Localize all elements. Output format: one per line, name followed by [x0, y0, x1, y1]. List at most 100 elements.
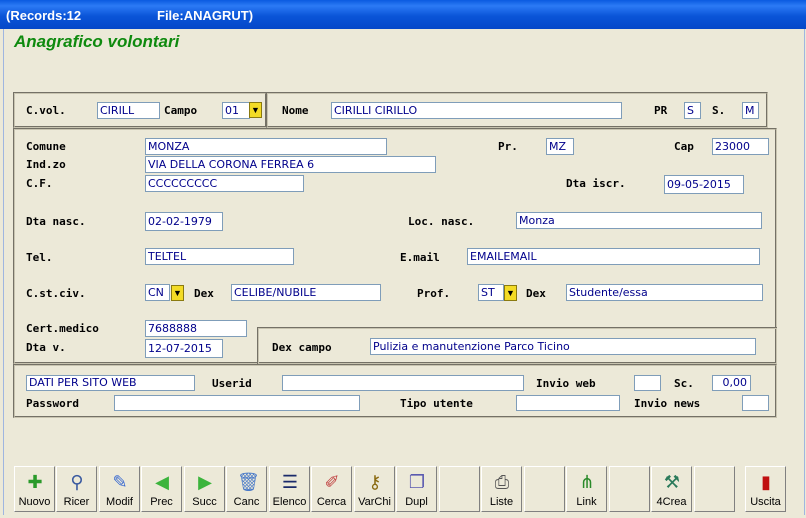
arrow-left-icon: ◀ — [155, 472, 169, 492]
cstciv-label: C.st.civ. — [26, 287, 86, 300]
sc-label: Sc. — [674, 377, 694, 390]
toolbar-label: Nuovo — [18, 496, 51, 508]
search-icon: ⚲ — [70, 472, 84, 492]
toolbar-button-cerca[interactable]: ✐ Cerca — [311, 466, 352, 512]
dexcampo-label: Dex campo — [272, 341, 332, 354]
cstciv-field[interactable]: CN — [145, 284, 170, 301]
cvol-label: C.vol. — [26, 104, 66, 117]
toolbar-label: Cerca — [316, 496, 347, 508]
toolbar-label: 4Crea — [656, 496, 687, 508]
toolbar-button-link[interactable]: ⋔ Link — [566, 466, 607, 512]
cert-field[interactable]: 7688888 — [145, 320, 247, 337]
toolbar-button-varchi[interactable]: ⚷ VarChi — [354, 466, 395, 512]
userid-field[interactable] — [282, 375, 524, 391]
indzo-field[interactable]: VIA DELLA CORONA FERREA 6 — [145, 156, 436, 173]
prov-field[interactable]: MZ — [546, 138, 574, 155]
campo-field[interactable]: 01 — [222, 102, 250, 119]
cap-label: Cap — [674, 140, 694, 153]
toolbar-label: VarChi — [358, 496, 391, 508]
toolbar-button-modif[interactable]: ✎ Modif — [99, 466, 140, 512]
window-title-bar: (Records:12 File:ANAGRUT) — [0, 0, 806, 29]
comune-field[interactable]: MONZA — [145, 138, 387, 155]
exit-door-icon: ▮ — [761, 472, 771, 492]
dati-sito-web-field[interactable]: DATI PER SITO WEB — [26, 375, 195, 391]
dex2-field[interactable]: Studente/essa — [566, 284, 763, 301]
dta-iscr-field[interactable]: 09-05-2015 — [664, 175, 744, 194]
toolbar-button-dupl[interactable]: ❐ Dupl — [396, 466, 437, 512]
invio-news-label: Invio news — [634, 397, 701, 410]
toolbar-button-4crea[interactable]: ⚒ 4Crea — [651, 466, 692, 512]
toolbar-button-ricer[interactable]: ⚲ Ricer — [56, 466, 97, 512]
prof-label: Prof. — [417, 287, 451, 300]
dex1-field[interactable]: CELIBE/NUBILE — [231, 284, 381, 301]
email-field[interactable]: EMAILEMAIL — [467, 248, 760, 265]
dtav-field[interactable]: 12-07-2015 — [145, 339, 223, 358]
dexcampo-field[interactable]: Pulizia e manutenzione Parco Ticino — [370, 338, 756, 355]
nome-label: Nome — [282, 104, 309, 117]
toolbar-button-succ[interactable]: ▶ Succ — [184, 466, 225, 512]
pr-label: PR — [654, 104, 668, 117]
pr-field[interactable]: S — [684, 102, 701, 119]
edit-icon: ✎ — [112, 472, 128, 492]
prov-label: Pr. — [498, 140, 518, 153]
email-label: E.mail — [400, 251, 440, 264]
s-field[interactable]: M — [742, 102, 759, 119]
cvol-field[interactable]: CIRILL — [97, 102, 160, 119]
cert-label: Cert.medico — [26, 322, 99, 335]
new-record-icon: ✚ — [27, 472, 43, 492]
toolbar-label: Link — [576, 496, 597, 508]
toolbar-button-prec[interactable]: ◀ Prec — [141, 466, 182, 512]
toolbar-button-empty-3[interactable] — [609, 466, 650, 512]
list-icon: ☰ — [281, 472, 299, 492]
toolbar-label: Dupl — [405, 496, 428, 508]
form-title: Anagrafico volontari — [14, 32, 180, 51]
tipo-utente-field[interactable] — [516, 395, 620, 411]
invio-web-field[interactable] — [634, 375, 661, 391]
printer-icon: ⎙ — [494, 472, 510, 492]
toolbar-button-empty-2[interactable] — [524, 466, 565, 512]
toolbar-label: Modif — [106, 496, 133, 508]
cf-field[interactable]: CCCCCCCCC — [145, 175, 304, 192]
toolbar-button-empty-4[interactable] — [694, 466, 735, 512]
invio-web-label: Invio web — [536, 377, 596, 390]
key-icon: ⚷ — [368, 472, 382, 492]
indzo-label: Ind.zo — [26, 158, 66, 171]
toolbar-label: Uscita — [750, 496, 781, 508]
invio-news-field[interactable] — [742, 395, 769, 411]
sc-field[interactable]: 0,00 — [712, 375, 751, 391]
dta-iscr-label: Dta iscr. — [566, 177, 626, 190]
toolbar-label: Prec — [150, 496, 173, 508]
toolbar-label: Ricer — [63, 496, 90, 508]
s-label: S. — [712, 104, 726, 117]
password-label: Password — [26, 397, 79, 410]
prof-dropdown-icon[interactable]: ▼ — [504, 285, 517, 301]
toolbar-button-liste[interactable]: ⎙ Liste — [481, 466, 522, 512]
password-field[interactable] — [114, 395, 360, 411]
toolbar-button-nuovo[interactable]: ✚ Nuovo — [14, 466, 55, 512]
toolbar-button-elenco[interactable]: ☰ Elenco — [269, 466, 310, 512]
cstciv-dropdown-icon[interactable]: ▼ — [171, 285, 184, 301]
tel-field[interactable]: TELTEL — [145, 248, 294, 265]
toolbar-button-canc[interactable]: 🗑 Canc — [226, 466, 267, 512]
prof-field[interactable]: ST — [478, 284, 504, 301]
cap-field[interactable]: 23000 — [712, 138, 769, 155]
dex2-label: Dex — [526, 287, 546, 300]
find-icon: ✐ — [324, 472, 340, 492]
dta-nasc-label: Dta nasc. — [26, 215, 86, 228]
loc-nasc-label: Loc. nasc. — [408, 215, 475, 228]
arrow-right-icon: ▶ — [198, 472, 212, 492]
duplicate-icon: ❐ — [408, 472, 426, 492]
nome-field[interactable]: CIRILLI CIRILLO — [331, 102, 622, 119]
dta-nasc-field[interactable]: 02-02-1979 — [145, 212, 223, 231]
file-name: File:ANAGRUT) — [157, 8, 254, 23]
toolbar-button-empty-1[interactable] — [439, 466, 480, 512]
dtav-label: Dta v. — [26, 341, 66, 354]
create-icon: ⚒ — [663, 472, 681, 492]
toolbar-button-uscita[interactable]: ▮ Uscita — [745, 466, 786, 512]
toolbar-label: Canc — [233, 496, 260, 508]
toolbar-label: Elenco — [272, 496, 307, 508]
trash-icon: 🗑 — [237, 472, 260, 492]
loc-nasc-field[interactable]: Monza — [516, 212, 762, 229]
campo-label: Campo — [164, 104, 198, 117]
campo-dropdown-icon[interactable]: ▼ — [249, 102, 262, 118]
